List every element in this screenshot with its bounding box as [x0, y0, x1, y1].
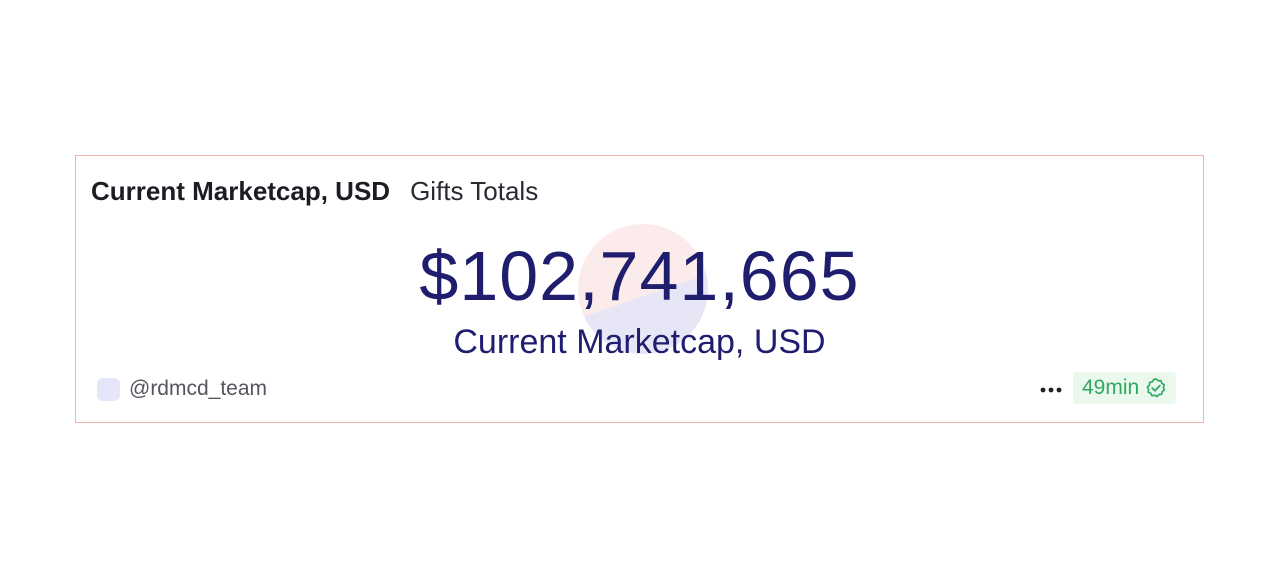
tab-current-marketcap[interactable]: Current Marketcap, USD: [91, 176, 390, 207]
freshness-badge: 49min: [1073, 372, 1177, 404]
more-dots-icon: [1040, 380, 1062, 398]
more-options-button[interactable]: [1038, 377, 1064, 401]
verified-check-icon: [1145, 377, 1167, 399]
author-handle: @rdmcd_team: [129, 377, 268, 400]
tab-gifts-totals[interactable]: Gifts Totals: [410, 176, 538, 207]
metric-label: Current Marketcap, USD: [453, 323, 826, 361]
avatar: [97, 377, 120, 401]
metric-value: $102,741,665: [419, 237, 860, 315]
metric-card: Current Marketcap, USD Gifts Totals $102…: [75, 155, 1204, 423]
card-tabs: Current Marketcap, USD Gifts Totals: [91, 176, 538, 207]
author[interactable]: @rdmcd_team: [97, 377, 267, 401]
freshness-label: 49min: [1082, 376, 1140, 399]
